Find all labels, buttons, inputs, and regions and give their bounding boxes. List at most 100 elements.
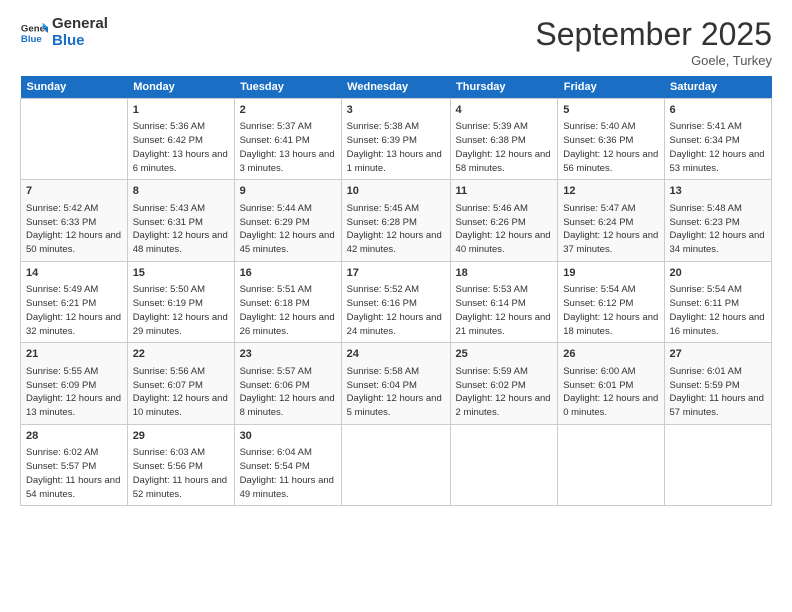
calendar-cell: 29 Sunrise: 6:03 AMSunset: 5:56 PMDayligh…	[127, 424, 234, 505]
day-number: 19	[563, 266, 658, 281]
day-number: 20	[670, 266, 766, 281]
day-info: Sunrise: 5:57 AMSunset: 6:06 PMDaylight:…	[240, 365, 336, 420]
day-info: Sunrise: 5:46 AMSunset: 6:26 PMDaylight:…	[456, 202, 553, 257]
day-number: 6	[670, 103, 766, 118]
day-number: 1	[133, 103, 229, 118]
calendar-cell: 11Sunrise: 5:46 AMSunset: 6:26 PMDayligh…	[450, 180, 558, 261]
calendar-cell: 24Sunrise: 5:58 AMSunset: 6:04 PMDayligh…	[341, 343, 450, 424]
calendar-cell	[450, 424, 558, 505]
header-saturday: Saturday	[664, 76, 771, 99]
day-info: Sunrise: 5:59 AMSunset: 6:02 PMDaylight:…	[456, 365, 553, 420]
day-info: Sunrise: 5:53 AMSunset: 6:14 PMDaylight:…	[456, 283, 553, 338]
calendar-cell: 26 Sunrise: 6:00 AMSunset: 6:01 PMDayligh…	[558, 343, 664, 424]
day-number: 25	[456, 347, 553, 362]
day-info: Sunrise: 5:43 AMSunset: 6:31 PMDaylight:…	[133, 202, 229, 257]
calendar-cell: 30 Sunrise: 6:04 AMSunset: 5:54 PMDayligh…	[234, 424, 341, 505]
calendar-cell: 23 Sunrise: 5:57 AMSunset: 6:06 PMDayligh…	[234, 343, 341, 424]
day-info: Sunrise: 5:45 AMSunset: 6:28 PMDaylight:…	[347, 202, 445, 257]
calendar-cell: 9 Sunrise: 5:44 AMSunset: 6:29 PMDaylight…	[234, 180, 341, 261]
day-info: Sunrise: 6:01 AMSunset: 5:59 PMDaylight:…	[670, 365, 766, 420]
header-sunday: Sunday	[21, 76, 128, 99]
calendar-cell: 2Sunrise: 5:37 AMSunset: 6:41 PMDaylight…	[234, 99, 341, 180]
calendar-cell: 19 Sunrise: 5:54 AMSunset: 6:12 PMDayligh…	[558, 261, 664, 342]
day-number: 14	[26, 266, 122, 281]
day-number: 15	[133, 266, 229, 281]
calendar-table: SundayMondayTuesdayWednesdayThursdayFrid…	[20, 76, 772, 506]
calendar-cell: 4 Sunrise: 5:39 AMSunset: 6:38 PMDaylight…	[450, 99, 558, 180]
calendar-cell	[341, 424, 450, 505]
header-wednesday: Wednesday	[341, 76, 450, 99]
day-number: 12	[563, 184, 658, 199]
day-number: 28	[26, 429, 122, 444]
calendar-cell: 1 Sunrise: 5:36 AMSunset: 6:42 PMDaylight…	[127, 99, 234, 180]
day-info: Sunrise: 5:39 AMSunset: 6:38 PMDaylight:…	[456, 120, 553, 175]
day-number: 5	[563, 103, 658, 118]
day-number: 3	[347, 103, 445, 118]
calendar-cell	[21, 99, 128, 180]
day-number: 4	[456, 103, 553, 118]
day-info: Sunrise: 6:03 AMSunset: 5:56 PMDaylight:…	[133, 446, 229, 501]
day-info: Sunrise: 6:02 AMSunset: 5:57 PMDaylight:…	[26, 446, 122, 501]
day-info: Sunrise: 6:04 AMSunset: 5:54 PMDaylight:…	[240, 446, 336, 501]
subtitle: Goele, Turkey	[535, 53, 772, 68]
header-monday: Monday	[127, 76, 234, 99]
day-info: Sunrise: 5:49 AMSunset: 6:21 PMDaylight:…	[26, 283, 122, 338]
calendar-cell: 17 Sunrise: 5:52 AMSunset: 6:16 PMDayligh…	[341, 261, 450, 342]
day-info: Sunrise: 5:54 AMSunset: 6:12 PMDaylight:…	[563, 283, 658, 338]
day-number: 8	[133, 184, 229, 199]
svg-text:Blue: Blue	[21, 33, 42, 44]
day-number: 9	[240, 184, 336, 199]
day-info: Sunrise: 5:47 AMSunset: 6:24 PMDaylight:…	[563, 202, 658, 257]
day-info: Sunrise: 5:36 AMSunset: 6:42 PMDaylight:…	[133, 120, 229, 175]
day-info: Sunrise: 6:00 AMSunset: 6:01 PMDaylight:…	[563, 365, 658, 420]
logo-line2: Blue	[52, 33, 108, 50]
day-number: 16	[240, 266, 336, 281]
day-number: 21	[26, 347, 122, 362]
day-info: Sunrise: 5:44 AMSunset: 6:29 PMDaylight:…	[240, 202, 336, 257]
logo: General Blue General Blue	[20, 16, 108, 49]
day-info: Sunrise: 5:56 AMSunset: 6:07 PMDaylight:…	[133, 365, 229, 420]
title-block: September 2025 Goele, Turkey	[535, 16, 772, 68]
day-info: Sunrise: 5:41 AMSunset: 6:34 PMDaylight:…	[670, 120, 766, 175]
calendar-cell: 25 Sunrise: 5:59 AMSunset: 6:02 PMDayligh…	[450, 343, 558, 424]
day-number: 29	[133, 429, 229, 444]
calendar-cell: 3Sunrise: 5:38 AMSunset: 6:39 PMDaylight…	[341, 99, 450, 180]
header-thursday: Thursday	[450, 76, 558, 99]
month-title: September 2025	[535, 16, 772, 53]
day-number: 13	[670, 184, 766, 199]
calendar-cell: 27 Sunrise: 6:01 AMSunset: 5:59 PMDayligh…	[664, 343, 771, 424]
day-info: Sunrise: 5:48 AMSunset: 6:23 PMDaylight:…	[670, 202, 766, 257]
day-info: Sunrise: 5:40 AMSunset: 6:36 PMDaylight:…	[563, 120, 658, 175]
day-info: Sunrise: 5:42 AMSunset: 6:33 PMDaylight:…	[26, 202, 122, 257]
logo-line1: General	[52, 16, 108, 33]
day-number: 7	[26, 184, 122, 199]
day-info: Sunrise: 5:58 AMSunset: 6:04 PMDaylight:…	[347, 365, 445, 420]
day-info: Sunrise: 5:52 AMSunset: 6:16 PMDaylight:…	[347, 283, 445, 338]
day-info: Sunrise: 5:50 AMSunset: 6:19 PMDaylight:…	[133, 283, 229, 338]
calendar-cell: 7 Sunrise: 5:42 AMSunset: 6:33 PMDaylight…	[21, 180, 128, 261]
calendar-cell: 22 Sunrise: 5:56 AMSunset: 6:07 PMDayligh…	[127, 343, 234, 424]
calendar-cell: 10Sunrise: 5:45 AMSunset: 6:28 PMDayligh…	[341, 180, 450, 261]
day-number: 23	[240, 347, 336, 362]
day-number: 17	[347, 266, 445, 281]
calendar-cell: 15 Sunrise: 5:50 AMSunset: 6:19 PMDayligh…	[127, 261, 234, 342]
day-info: Sunrise: 5:51 AMSunset: 6:18 PMDaylight:…	[240, 283, 336, 338]
calendar-cell: 21 Sunrise: 5:55 AMSunset: 6:09 PMDayligh…	[21, 343, 128, 424]
calendar-cell: 13 Sunrise: 5:48 AMSunset: 6:23 PMDayligh…	[664, 180, 771, 261]
day-info: Sunrise: 5:37 AMSunset: 6:41 PMDaylight:…	[240, 120, 336, 175]
day-number: 18	[456, 266, 553, 281]
calendar-cell: 28 Sunrise: 6:02 AMSunset: 5:57 PMDayligh…	[21, 424, 128, 505]
day-number: 27	[670, 347, 766, 362]
calendar-cell: 16 Sunrise: 5:51 AMSunset: 6:18 PMDayligh…	[234, 261, 341, 342]
calendar-cell: 12 Sunrise: 5:47 AMSunset: 6:24 PMDayligh…	[558, 180, 664, 261]
day-number: 22	[133, 347, 229, 362]
calendar-cell	[664, 424, 771, 505]
day-number: 30	[240, 429, 336, 444]
day-info: Sunrise: 5:55 AMSunset: 6:09 PMDaylight:…	[26, 365, 122, 420]
header-tuesday: Tuesday	[234, 76, 341, 99]
calendar-cell	[558, 424, 664, 505]
day-info: Sunrise: 5:54 AMSunset: 6:11 PMDaylight:…	[670, 283, 766, 338]
calendar-cell: 5 Sunrise: 5:40 AMSunset: 6:36 PMDaylight…	[558, 99, 664, 180]
day-number: 26	[563, 347, 658, 362]
calendar-cell: 18 Sunrise: 5:53 AMSunset: 6:14 PMDayligh…	[450, 261, 558, 342]
